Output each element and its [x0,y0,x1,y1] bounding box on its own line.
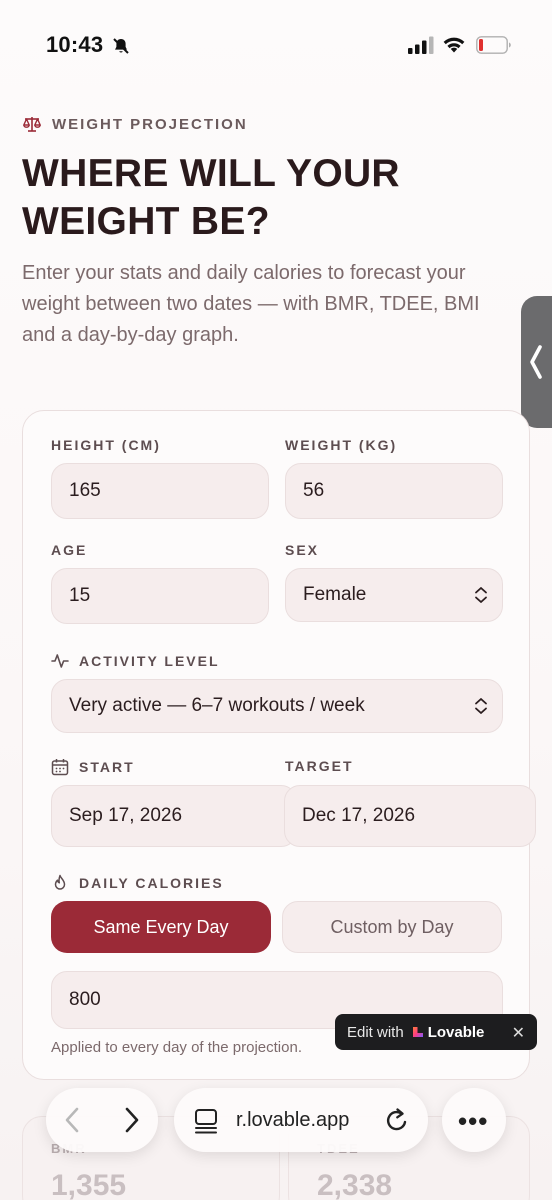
weight-label: WEIGHT (KG) [285,437,398,453]
section-eyebrow: WEIGHT PROJECTION [22,114,248,134]
lovable-logo-icon [412,1027,423,1037]
reload-icon[interactable] [384,1106,410,1134]
custom-by-day-button[interactable]: Custom by Day [282,901,502,953]
eyebrow-label: WEIGHT PROJECTION [52,115,248,133]
start-label: START [51,758,135,776]
status-bar: 10:43 [0,0,552,90]
activity-pulse-icon [51,654,69,668]
browser-nav-pill [46,1088,158,1152]
bell-slash-icon [113,38,129,54]
weight-input[interactable]: 56 [285,463,503,519]
badge-brand-text: Lovable [427,1023,485,1041]
flame-icon [54,874,66,890]
stat-value: 1,355 [51,1169,127,1200]
badge-edit-text: Edit with [347,1023,404,1041]
chevron-updown-icon [475,698,487,714]
calories-helper-text: Applied to every day of the projection. [51,1039,302,1056]
stat-value: 2,338 [317,1169,393,1200]
wifi-icon [443,37,465,53]
target-date-input[interactable]: Dec 17, 2026 [284,785,536,847]
battery-icon [476,36,511,54]
more-dots-icon: ••• [458,1106,489,1136]
start-date-input[interactable]: Sep 17, 2026 [51,785,297,847]
edit-with-lovable-badge[interactable]: Edit with Lovable ✕ [335,1014,537,1050]
back-arrow-icon[interactable] [62,1106,84,1134]
forward-arrow-icon[interactable] [120,1106,142,1134]
signal-icon [408,36,434,54]
calendar-icon [51,759,69,776]
tabs-overview-icon[interactable] [194,1108,218,1134]
status-time: 10:43 [46,32,104,57]
page-title: WHERE WILL YOUR WEIGHT BE? [22,152,400,243]
activity-select[interactable]: Very active — 6–7 workouts / week [51,679,503,733]
projection-form-card: HEIGHT (CM) 165 WEIGHT (KG) 56 AGE 15 SE… [22,410,536,1080]
chevron-left-icon [530,345,542,379]
age-input[interactable]: 15 [51,568,269,624]
age-label: AGE [51,542,88,558]
same-every-day-button[interactable]: Same Every Day [51,901,271,953]
sex-select[interactable]: Female [285,568,503,622]
browser-address-bar[interactable]: r.lovable.app [174,1088,428,1152]
address-url-text: r.lovable.app [236,1109,350,1131]
target-label: TARGET [285,758,354,774]
height-input[interactable]: 165 [51,463,269,519]
activity-label: ACTIVITY LEVEL [51,652,220,670]
scale-icon [23,117,41,132]
badge-close-button[interactable]: ✕ [512,1023,525,1043]
height-label: HEIGHT (CM) [51,437,161,453]
side-panel-handle[interactable] [521,296,552,428]
page-subtitle: Enter your stats and daily calories to f… [22,262,480,346]
browser-more-button[interactable]: ••• [442,1088,506,1152]
calories-label: DAILY CALORIES [51,874,224,892]
sex-label: SEX [285,542,320,558]
chevron-updown-icon [475,587,487,603]
